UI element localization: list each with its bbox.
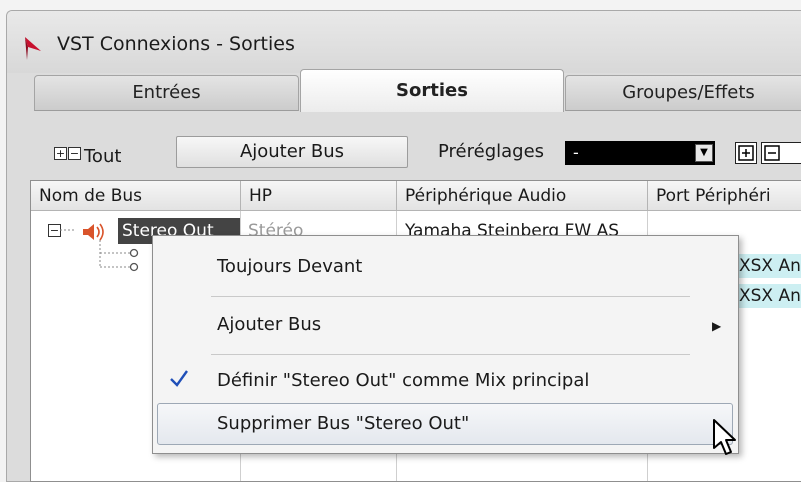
window-title: VST Connexions - Sorties: [57, 33, 295, 55]
column-header-device-port[interactable]: Port Périphéri: [648, 181, 801, 211]
tab-label: Entrées: [132, 82, 201, 103]
channel-port-cell[interactable]: XSX An: [735, 254, 801, 278]
all-label: Tout: [84, 146, 122, 167]
channel-port-cell[interactable]: XSX An: [735, 284, 801, 308]
add-bus-button[interactable]: Ajouter Bus: [176, 136, 408, 168]
presets-label: Préréglages: [438, 141, 545, 162]
tab-sorties[interactable]: Sorties: [300, 69, 564, 112]
store-preset-icon[interactable]: [735, 142, 757, 164]
cubase-logo-icon: [17, 33, 47, 67]
speaker-icon: [80, 221, 106, 247]
menu-item-remove-bus[interactable]: Supprimer Bus "Stereo Out": [217, 413, 469, 434]
mouse-cursor-icon: [712, 418, 738, 462]
menu-item-set-main-mix[interactable]: Définir "Stereo Out" comme Mix principal: [217, 370, 589, 391]
menu-item-always-on-top[interactable]: Toujours Devant: [217, 256, 362, 277]
context-menu: Toujours Devant Ajouter Bus ▶ Définir "S…: [152, 235, 739, 454]
title-bar[interactable]: VST Connexions - Sorties: [7, 11, 801, 73]
column-header-bus-name[interactable]: Nom de Bus: [31, 181, 241, 211]
tab-label: Groupes/Effets: [622, 82, 755, 103]
tab-label: Sorties: [396, 80, 468, 101]
collapse-all-icon[interactable]: −: [68, 147, 81, 160]
submenu-arrow-icon: ▶: [712, 319, 722, 333]
presets-select[interactable]: - ▼: [565, 141, 715, 165]
tab-entrees[interactable]: Entrées: [34, 75, 299, 111]
menu-separator: [211, 354, 690, 355]
tab-groupes-effets[interactable]: Groupes/Effets: [565, 75, 801, 111]
menu-item-add-bus[interactable]: Ajouter Bus: [217, 314, 321, 335]
presets-value: -: [573, 143, 579, 162]
chevron-down-icon: ▼: [695, 144, 713, 162]
remove-preset-icon[interactable]: [761, 142, 801, 164]
expand-all-icon[interactable]: +: [54, 147, 67, 160]
checkmark-icon: [168, 368, 190, 394]
column-header-audio-device[interactable]: Périphérique Audio: [397, 181, 648, 211]
menu-separator: [211, 296, 690, 297]
column-header-speakers[interactable]: HP: [241, 181, 397, 211]
